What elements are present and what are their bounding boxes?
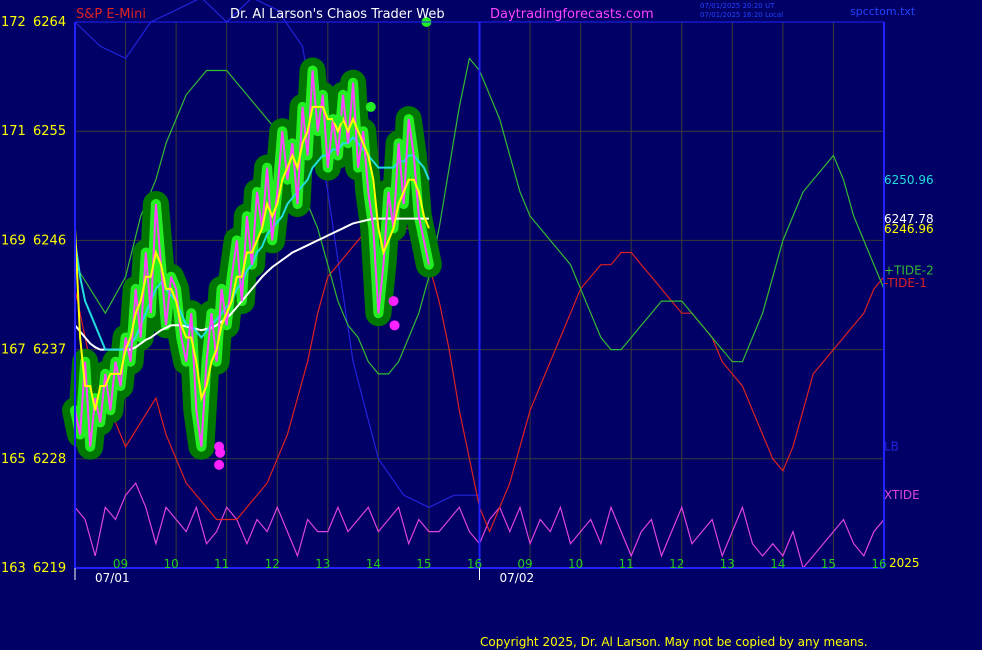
x-hour-label: 12 (669, 557, 684, 571)
y-tick-price-label: 6237 (33, 343, 66, 358)
x-hour-label: 11 (214, 557, 229, 571)
x-hour-label: 15 (821, 557, 836, 571)
x-hour-label: 14 (366, 557, 381, 571)
x-hour-label: 09 (113, 557, 128, 571)
x-date-label: 07/02 (500, 571, 535, 585)
x-hour-label: 09 (517, 557, 532, 571)
site-link[interactable]: Daytradingforecasts.com (490, 7, 654, 22)
right-label: XTIDE (884, 488, 920, 502)
x-hour-label: 15 (416, 557, 431, 571)
price-marker (332, 114, 343, 125)
chart-title: Dr. Al Larson's Chaos Trader Web (230, 7, 445, 22)
x-hour-label: 12 (265, 557, 280, 571)
y-tick-price-label: 6219 (33, 561, 66, 576)
y-tick-price-label: 6264 (33, 15, 66, 30)
y-tick-price-label: 6255 (33, 124, 66, 139)
time-utc: 07/01/2025 20:20 UT (700, 2, 775, 10)
price-marker (214, 459, 225, 470)
y-tick-price-label: 6246 (33, 233, 66, 248)
y-tick-row-label: 163 (1, 561, 26, 576)
x-hour-label: 14 (770, 557, 785, 571)
chart: 172 6264 171 6255 169 6246 167 6237 165 6228 163 62… (1, 0, 934, 649)
x-hour-label: 13 (720, 557, 735, 571)
price-marker (215, 447, 226, 458)
x-hour-label: 10 (568, 557, 583, 571)
y-tick-row-label: 167 (1, 343, 26, 358)
x-hour-label: 16 (871, 557, 886, 571)
x-date-label: 07/01 (95, 571, 130, 585)
time-local: 07/01/2025 16:20 Local (700, 11, 783, 19)
copyright: Copyright 2025, Dr. Al Larson. May not b… (480, 635, 868, 649)
axes-layer (74, 21, 885, 580)
y-tick-price-label: 6228 (33, 452, 66, 467)
y-tick-row-label: 165 (1, 452, 26, 467)
y-tick-row-label: 171 (1, 124, 26, 139)
price-marker (365, 101, 376, 112)
x-hour-label: 16 (467, 557, 482, 571)
x-hour-label: 10 (163, 557, 178, 571)
x-hour-label: 11 (619, 557, 634, 571)
right-label: LB (884, 440, 899, 454)
right-label: 6246.96 (884, 222, 934, 236)
symbol-label: S&P E-Mini (76, 7, 146, 22)
price-marker (389, 320, 400, 331)
right-label: 6250.96 (884, 173, 934, 187)
y-tick-row-label: 172 (1, 15, 26, 30)
x-year-label: 2025 (889, 556, 920, 570)
file-label: spcctom.txt (850, 5, 916, 18)
x-hour-label: 13 (315, 557, 330, 571)
y-tick-row-label: 169 (1, 233, 26, 248)
price-marker (388, 296, 399, 307)
right-label: -TIDE-1 (884, 276, 927, 290)
